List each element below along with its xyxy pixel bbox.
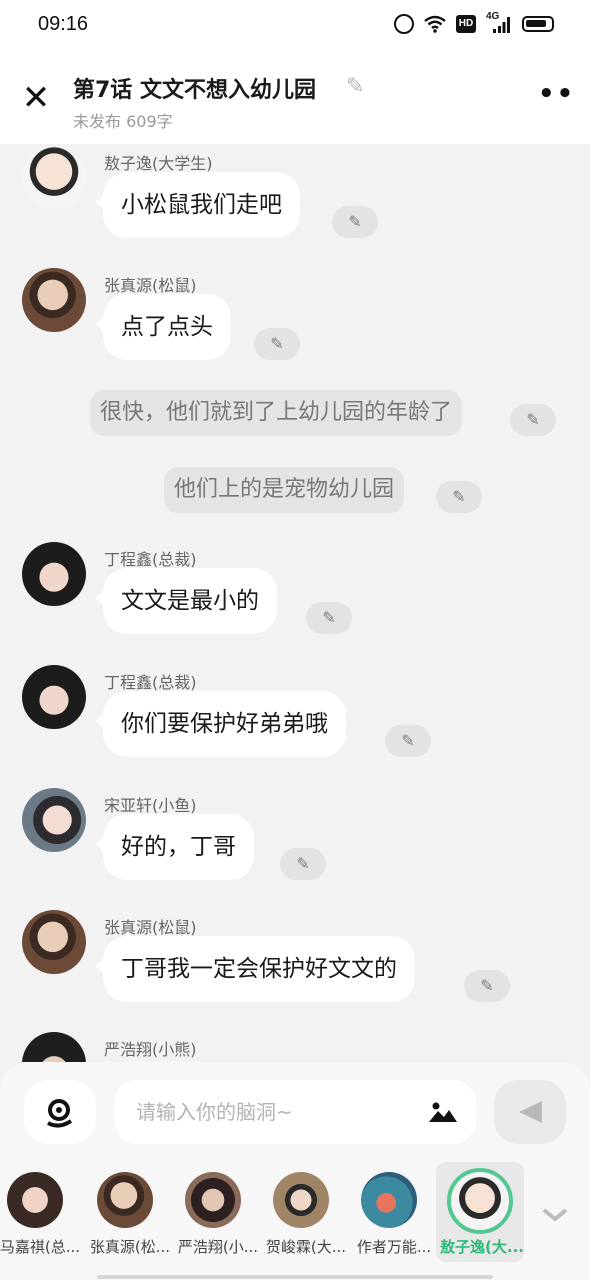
battery-icon [522,16,554,32]
message-input[interactable] [136,1080,416,1144]
sender-name: 张真源(松鼠) [104,918,197,937]
character-item[interactable]: 张真源(松... [84,1162,172,1262]
character-item[interactable]: 作者万能... [348,1162,436,1262]
message-bubble[interactable]: 文文是最小的 [95,568,277,634]
image-icon[interactable] [428,1100,458,1124]
message-input-container [114,1080,476,1144]
message-bubble[interactable]: 点了点头 [95,294,231,360]
avatar [7,1172,63,1228]
sender-name: 张真源(松鼠) [104,276,197,295]
character-item-selected[interactable]: 敖子逸(大... [436,1162,524,1262]
pencil-icon[interactable]: ✎ [280,848,326,880]
sender-name: 严浩翔(小熊) [104,1040,197,1059]
avatar[interactable] [22,910,86,974]
alarm-icon [394,14,414,34]
voice-icon[interactable] [24,1080,96,1144]
page-subtitle: 未发布 609字 [73,112,173,131]
avatar [273,1172,329,1228]
character-name: 敖子逸(大... [440,1238,524,1256]
avatar[interactable] [22,146,86,210]
more-icon[interactable]: •• [538,81,573,108]
pencil-icon[interactable]: ✎ [306,602,352,634]
pencil-icon[interactable]: ✎ [346,74,372,100]
character-name: 严浩翔(小... [177,1238,259,1256]
avatar[interactable] [22,542,86,606]
close-icon[interactable]: ✕ [20,81,52,115]
character-name: 张真源(松... [89,1238,171,1256]
header: ✕ 第7话 文文不想入幼儿园 ✎ 未发布 609字 •• [0,52,590,144]
avatar [447,1168,513,1234]
character-name: 贺峻霖(大... [265,1238,347,1256]
sender-name: 丁程鑫(总裁) [104,550,197,569]
sender-name: 宋亚轩(小鱼) [104,796,197,815]
message-bubble[interactable]: 你们要保护好弟弟哦 [95,691,346,757]
sender-name: 丁程鑫(总裁) [104,673,197,692]
character-name: 马嘉祺(总... [0,1238,81,1256]
pencil-icon[interactable]: ✎ [510,404,556,436]
avatar[interactable] [22,1032,86,1062]
input-bar [0,1062,590,1162]
narration-bubble[interactable]: 他们上的是宠物幼儿园 [164,467,405,513]
character-item[interactable]: 马嘉祺(总... [0,1162,82,1262]
signal-icon: 4G [486,11,512,33]
character-bar: 马嘉祺(总... 张真源(松... 严浩翔(小... 贺峻霖(大... 作者万能… [0,1162,590,1280]
avatar [361,1172,417,1228]
page-title: 第7话 文文不想入幼儿园 [73,78,316,103]
avatar[interactable] [22,788,86,852]
avatar[interactable] [22,268,86,332]
status-icons: HD 4G [394,11,554,34]
pencil-icon[interactable]: ✎ [254,328,300,360]
avatar [97,1172,153,1228]
pencil-icon[interactable]: ✎ [385,725,431,757]
chevron-down-icon[interactable] [540,1204,570,1224]
status-bar: 09:16 HD 4G [0,0,590,52]
character-item[interactable]: 贺峻霖(大... [260,1162,348,1262]
wifi-icon [424,15,446,33]
chat-area[interactable]: 敖子逸(大学生) 小松鼠我们走吧 ✎ 张真源(松鼠) 点了点头 ✎ 很快，他们就… [0,144,590,1062]
message-bubble[interactable]: 小松鼠我们走吧 [95,172,300,238]
narration-bubble[interactable]: 很快，他们就到了上幼儿园的年龄了 [90,390,463,436]
character-item[interactable]: 严浩翔(小... [172,1162,260,1262]
pencil-icon[interactable]: ✎ [464,970,510,1002]
avatar[interactable] [22,665,86,729]
avatar [185,1172,241,1228]
hd-icon: HD [456,15,476,33]
message-bubble[interactable]: 丁哥我一定会保护好文文的 [95,936,415,1002]
send-icon[interactable] [494,1080,566,1144]
home-indicator [97,1275,493,1279]
message-bubble[interactable]: 好的，丁哥 [95,814,254,880]
status-time: 09:16 [38,13,89,35]
sender-name: 敖子逸(大学生) [104,154,213,173]
pencil-icon[interactable]: ✎ [332,206,378,238]
pencil-icon[interactable]: ✎ [436,481,482,513]
character-name: 作者万能... [356,1238,432,1256]
